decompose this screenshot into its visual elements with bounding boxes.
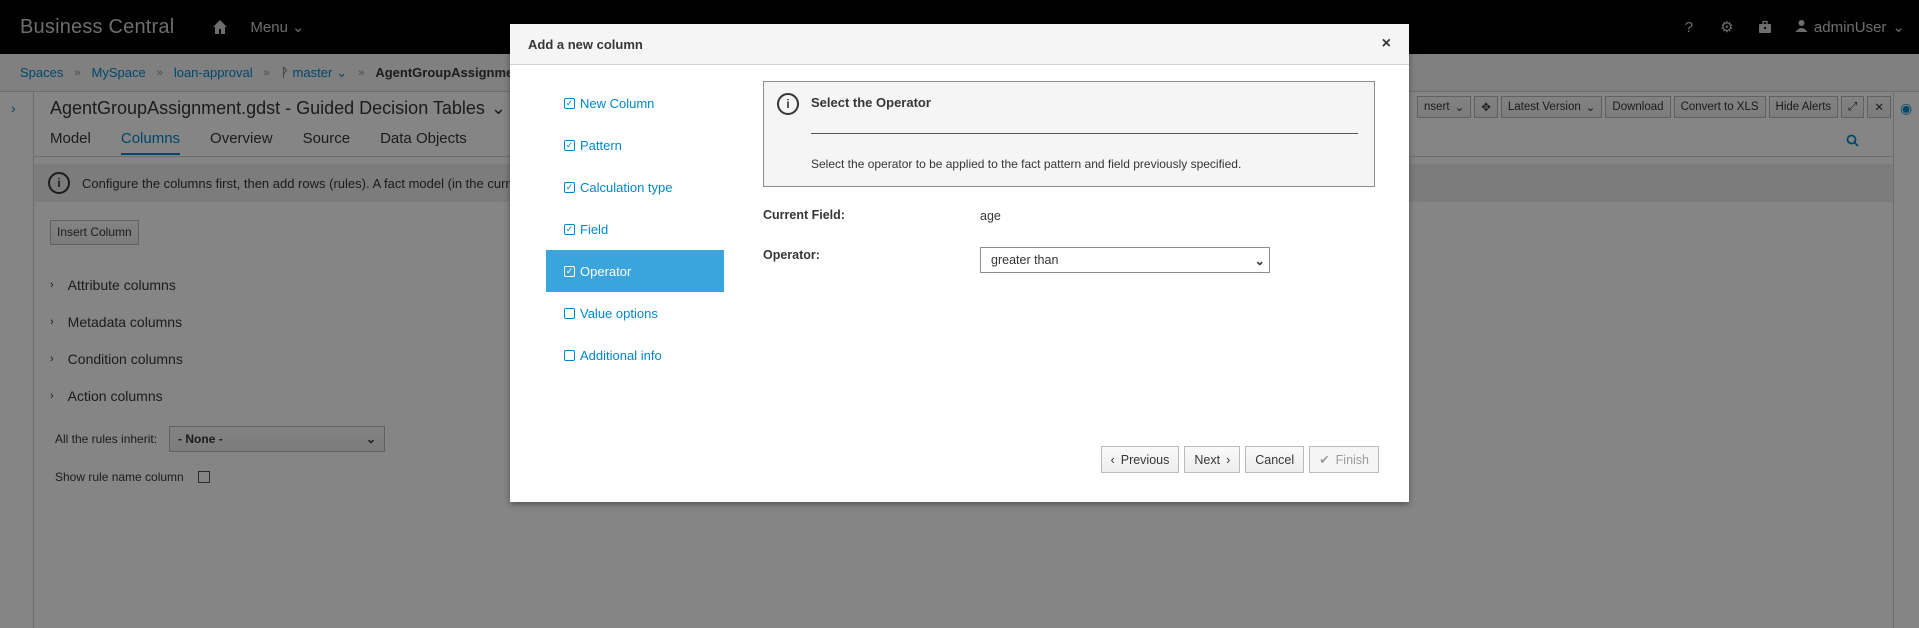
step-label: Operator (580, 263, 632, 279)
add-column-modal: Add a new column × ✓ New Column ✓ Pattern … (510, 24, 1409, 502)
step-field[interactable]: ✓ Field (546, 208, 724, 250)
step-label: Additional info (580, 347, 662, 363)
step-calculation-type[interactable]: ✓ Calculation type (546, 166, 724, 208)
wizard-steps: ✓ New Column ✓ Pattern ✓ Calculation type ✓… (546, 82, 724, 376)
next-label: Next (1194, 452, 1221, 467)
current-field-value: age (980, 209, 1001, 223)
checkbox-empty-icon (564, 349, 575, 361)
step-value-options[interactable]: Value options (546, 292, 724, 334)
info-icon: i (777, 93, 799, 115)
step-pattern[interactable]: ✓ Pattern (546, 124, 724, 166)
chevron-right-icon: › (1226, 452, 1231, 467)
previous-label: Previous (1120, 452, 1170, 467)
close-icon[interactable]: × (1382, 35, 1391, 53)
step-label: Field (580, 221, 609, 237)
operator-value: greater than (991, 253, 1059, 267)
step-info-panel: i Select the Operator Select the operato… (763, 81, 1375, 187)
operator-label: Operator: (763, 248, 820, 262)
checkbox-checked-icon: ✓ (564, 223, 575, 235)
operator-select[interactable]: greater than ⌄ (980, 247, 1270, 273)
panel-title: Select the Operator (811, 95, 931, 110)
check-icon: ✔ (1319, 453, 1330, 467)
step-label: Value options (580, 305, 658, 321)
finish-label: Finish (1335, 452, 1369, 467)
step-label: Pattern (580, 137, 622, 153)
modal-footer: ‹ Previous Next › Cancel ✔ Finish (1100, 446, 1379, 473)
step-additional-info[interactable]: Additional info (546, 334, 724, 376)
step-new-column[interactable]: ✓ New Column (546, 82, 724, 124)
checkbox-empty-icon (564, 307, 575, 319)
step-label: Calculation type (580, 179, 673, 195)
checkbox-checked-icon: ✓ (564, 139, 575, 151)
current-field-label: Current Field: (763, 208, 845, 222)
chevron-down-icon: ⌄ (1254, 253, 1265, 268)
step-label: New Column (580, 95, 655, 111)
previous-button[interactable]: ‹ Previous (1100, 446, 1180, 473)
finish-button[interactable]: ✔ Finish (1309, 446, 1379, 473)
checkbox-checked-icon: ✓ (564, 181, 575, 193)
chevron-left-icon: ‹ (1110, 452, 1115, 467)
cancel-button[interactable]: Cancel (1245, 446, 1305, 473)
panel-divider (811, 133, 1358, 134)
checkbox-checked-icon: ✓ (564, 97, 575, 109)
step-operator[interactable]: ✓ Operator (546, 250, 724, 292)
modal-header: Add a new column × (510, 24, 1409, 65)
modal-title: Add a new column (528, 36, 643, 52)
checkbox-checked-icon: ✓ (564, 265, 575, 277)
next-button[interactable]: Next › (1184, 446, 1241, 473)
panel-description: Select the operator to be applied to the… (811, 157, 1242, 171)
